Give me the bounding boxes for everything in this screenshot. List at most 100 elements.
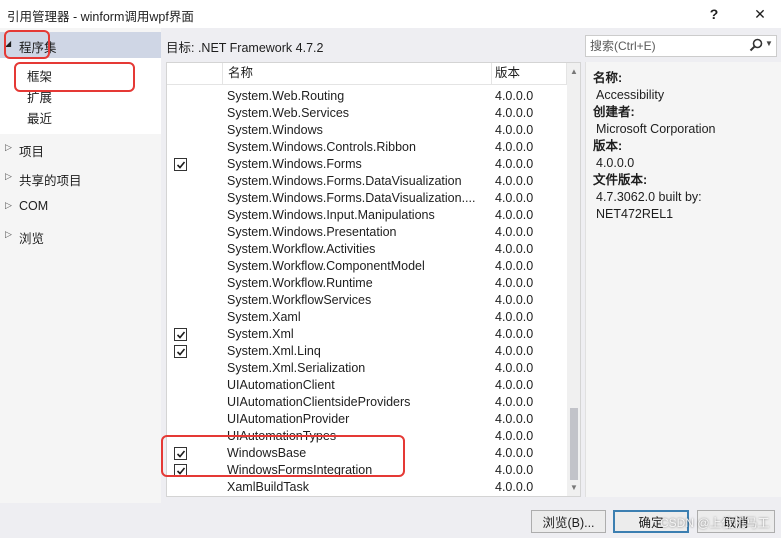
assembly-name: System.Windows.Controls.Ribbon (227, 140, 416, 154)
list-scrollbar[interactable]: ▲ ▼ (567, 63, 580, 496)
detail-pane: 名称: Accessibility 创建者: Microsoft Corpora… (585, 62, 781, 497)
column-header-version[interactable]: 版本 (492, 63, 567, 85)
nav-item-recent[interactable]: 最近 (27, 108, 52, 127)
table-row[interactable]: XamlBuildTask 4.0.0.0 (167, 479, 567, 496)
assembly-name: System.Workflow.ComponentModel (227, 259, 425, 273)
assembly-name: System.Xml (227, 327, 294, 341)
detail-version-value: 4.0.0.0 (596, 156, 635, 170)
nav-item-extensions[interactable]: 扩展 (27, 87, 52, 106)
table-row[interactable]: System.Windows.Forms.DataVisualization..… (167, 190, 567, 207)
assembly-version: 4.0.0.0 (495, 429, 534, 443)
expanded-triangle-icon: ◢ (5, 39, 12, 48)
assembly-version: 4.0.0.0 (495, 89, 534, 103)
checkmark-icon (176, 466, 185, 475)
assembly-name: System.Xaml (227, 310, 301, 324)
nav-group-browse-label: 浏览 (19, 232, 45, 246)
assembly-name: System.Windows.Forms.DataVisualization (227, 174, 462, 188)
scrollbar-thumb[interactable] (570, 408, 578, 480)
table-row[interactable]: System.Workflow.ComponentModel 4.0.0.0 (167, 258, 567, 275)
reference-checkbox[interactable] (174, 345, 187, 358)
close-button[interactable]: ✕ (743, 0, 777, 28)
nav-group-com[interactable]: ▷ COM (0, 196, 161, 218)
search-box[interactable]: ▼ (585, 35, 777, 57)
window-title: 引用管理器 - winform调用wpf界面 (7, 10, 194, 24)
assembly-name: WindowsFormsIntegration (227, 463, 373, 477)
detail-file-version-value: 4.7.3062.0 built by: (596, 190, 702, 204)
assembly-version: 4.0.0.0 (495, 480, 534, 494)
assembly-version: 4.0.0.0 (495, 446, 534, 460)
reference-checkbox[interactable] (174, 158, 187, 171)
nav-group-projects[interactable]: ▷ 项目 (0, 138, 161, 160)
table-row[interactable]: System.Windows.Forms 4.0.0.0 (167, 156, 567, 173)
table-row[interactable]: System.Windows.Input.Manipulations 4.0.0.… (167, 207, 567, 224)
assembly-name: System.Xml.Serialization (227, 361, 366, 375)
assembly-name: System.Windows.Presentation (227, 225, 397, 239)
detail-version-label: 版本: (593, 139, 623, 153)
table-row[interactable]: UIAutomationProvider 4.0.0.0 (167, 411, 567, 428)
assembly-list: 名称 版本 System.Web.Routing 4.0.0.0 System.We… (166, 62, 581, 497)
table-row[interactable]: WindowsFormsIntegration 4.0.0.0 (167, 462, 567, 479)
browse-button[interactable]: 浏览(B)... (531, 510, 606, 533)
assembly-name: System.Workflow.Runtime (227, 276, 373, 290)
reference-checkbox[interactable] (174, 464, 187, 477)
assembly-version: 4.0.0.0 (495, 106, 534, 120)
chevron-right-icon: ▷ (5, 229, 12, 239)
nav-item-framework[interactable]: 框架 (27, 66, 52, 85)
assembly-version: 4.0.0.0 (495, 208, 534, 222)
table-row[interactable]: System.Windows.Forms.DataVisualization 4.… (167, 173, 567, 190)
assembly-name: System.Web.Routing (227, 89, 345, 103)
chevron-right-icon: ▷ (5, 200, 12, 210)
detail-name-label: 名称: (593, 71, 623, 85)
assembly-version: 4.0.0.0 (495, 310, 534, 324)
assembly-name: System.Windows.Forms.DataVisualization..… (227, 191, 476, 205)
nav-group-browse[interactable]: ▷ 浏览 (0, 225, 161, 247)
assembly-name: System.Windows (227, 123, 323, 137)
column-header-name[interactable]: 名称 (223, 63, 492, 85)
table-row[interactable]: System.Windows.Controls.Ribbon 4.0.0.0 (167, 139, 567, 156)
scroll-up-icon[interactable]: ▲ (570, 67, 578, 76)
table-row[interactable]: System.Windows.Presentation 4.0.0.0 (167, 224, 567, 241)
assembly-name: System.WorkflowServices (227, 293, 372, 307)
search-icon[interactable] (749, 38, 763, 52)
assembly-name: System.Web.Services (227, 106, 350, 120)
table-row[interactable]: System.Web.Routing 4.0.0.0 (167, 88, 567, 105)
table-row[interactable]: System.Workflow.Runtime 4.0.0.0 (167, 275, 567, 292)
reference-checkbox[interactable] (174, 328, 187, 341)
target-framework: 目标: .NET Framework 4.7.2 (166, 40, 324, 55)
table-row[interactable]: System.Xml.Linq 4.0.0.0 (167, 343, 567, 360)
scroll-down-icon[interactable]: ▼ (570, 483, 578, 492)
nav-group-com-label: COM (19, 199, 49, 213)
nav-group-projects-label: 项目 (19, 145, 45, 159)
column-header-check[interactable] (167, 63, 223, 85)
table-row[interactable]: UIAutomationClientsideProviders 4.0.0.0 (167, 394, 567, 411)
table-row[interactable]: System.Xml 4.0.0.0 (167, 326, 567, 343)
reference-checkbox[interactable] (174, 447, 187, 460)
assembly-version: 4.0.0.0 (495, 140, 534, 154)
assembly-name: UIAutomationProvider (227, 412, 350, 426)
help-button[interactable]: ? (697, 0, 731, 28)
table-row[interactable]: UIAutomationTypes 4.0.0.0 (167, 428, 567, 445)
assembly-name: UIAutomationClientsideProviders (227, 395, 411, 409)
search-input[interactable] (586, 36, 746, 56)
table-row[interactable]: System.Xaml 4.0.0.0 (167, 309, 567, 326)
search-options-chevron-icon[interactable]: ▼ (765, 39, 773, 48)
assembly-version: 4.0.0.0 (495, 463, 534, 477)
chevron-right-icon: ▷ (5, 171, 12, 181)
nav-group-shared-projects[interactable]: ▷ 共享的项目 (0, 167, 161, 189)
table-row[interactable]: System.Web.Services 4.0.0.0 (167, 105, 567, 122)
table-row[interactable]: System.Workflow.Activities 4.0.0.0 (167, 241, 567, 258)
table-row[interactable]: System.Xml.Serialization 4.0.0.0 (167, 360, 567, 377)
table-row[interactable]: UIAutomationClient 4.0.0.0 (167, 377, 567, 394)
table-row[interactable]: System.Windows 4.0.0.0 (167, 122, 567, 139)
assembly-version: 4.0.0.0 (495, 157, 534, 171)
table-row[interactable]: System.WorkflowServices 4.0.0.0 (167, 292, 567, 309)
table-row[interactable]: WindowsBase 4.0.0.0 (167, 445, 567, 462)
cancel-button[interactable]: 取消 (697, 510, 775, 533)
ok-button[interactable]: 确定 (613, 510, 689, 533)
nav-assemblies[interactable]: ◢ 程序集 (0, 32, 161, 58)
checkmark-icon (176, 347, 185, 356)
checkmark-icon (176, 330, 185, 339)
assembly-version: 4.0.0.0 (495, 361, 534, 375)
assembly-version: 4.0.0.0 (495, 395, 534, 409)
list-header: 名称 版本 (167, 63, 567, 85)
